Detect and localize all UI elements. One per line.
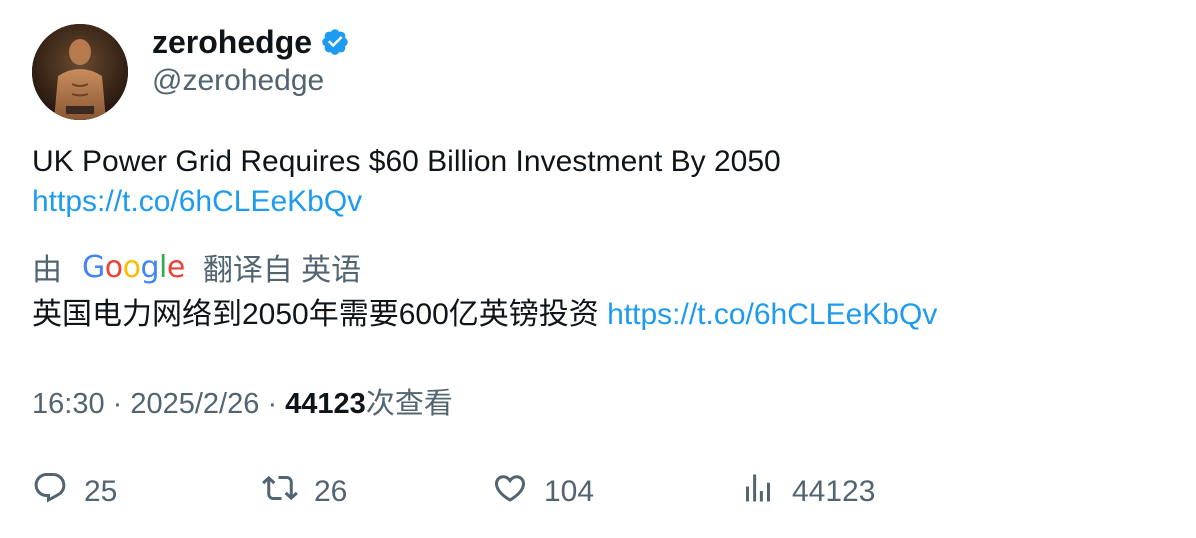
like-count: 104 <box>544 475 595 508</box>
reply-icon <box>32 470 68 514</box>
translation-prefix: 由 <box>32 254 62 287</box>
verified-badge-icon <box>320 27 350 57</box>
author-name-row: zerohedge <box>152 22 350 62</box>
views-button[interactable]: 44123 <box>740 470 875 514</box>
google-letter: o <box>122 249 141 285</box>
reply-button[interactable]: 25 <box>32 470 117 514</box>
tweet-meta: 16:30 · 2025/2/26 · 44123次查看 <box>32 384 453 424</box>
reply-count: 25 <box>84 475 118 508</box>
translation-attribution: 由 G o o g l e 翻译自 英语 <box>32 246 361 288</box>
action-bar: 25 26 104 44123 <box>0 470 1196 514</box>
analytics-icon <box>740 470 776 514</box>
views-count: 44123 <box>285 388 366 420</box>
translation-suffix: 翻译自 英语 <box>202 254 362 287</box>
tweet-date[interactable]: 2025/2/26 <box>130 388 259 420</box>
tweet-text: UK Power Grid Requires $60 Billion Inves… <box>32 145 781 178</box>
author-handle[interactable]: @zerohedge <box>152 62 324 100</box>
tweet-body: UK Power Grid Requires $60 Billion Inves… <box>32 142 781 222</box>
views-action-count: 44123 <box>792 475 876 508</box>
tweet-link[interactable]: https://t.co/6hCLEeKbQv <box>32 185 362 218</box>
retweet-button[interactable]: 26 <box>262 470 347 514</box>
google-letter: e <box>166 249 185 285</box>
google-letter: l <box>159 249 167 285</box>
tweet-time[interactable]: 16:30 <box>32 388 105 420</box>
meta-separator: · <box>112 388 131 420</box>
like-button[interactable]: 104 <box>492 470 594 514</box>
google-letter: o <box>104 249 123 285</box>
translated-text: 英国电力网络到2050年需要600亿英镑投资 https://t.co/6hCL… <box>32 295 937 335</box>
views-label: 次查看 <box>365 388 453 420</box>
tweet-card: zerohedge @zerohedge UK Power Grid Requi… <box>0 0 1196 538</box>
translated-body: 英国电力网络到2050年需要600亿英镑投资 <box>32 298 599 331</box>
retweet-count: 26 <box>314 475 348 508</box>
display-name[interactable]: zerohedge <box>152 22 312 62</box>
translated-link[interactable]: https://t.co/6hCLEeKbQv <box>607 298 937 331</box>
google-letter: G <box>82 249 105 285</box>
google-logo: G o o g l e <box>82 250 185 285</box>
google-letter: g <box>140 249 160 285</box>
retweet-icon <box>262 470 298 514</box>
heart-icon <box>492 470 528 514</box>
meta-separator: · <box>267 388 286 420</box>
avatar[interactable] <box>32 24 128 120</box>
